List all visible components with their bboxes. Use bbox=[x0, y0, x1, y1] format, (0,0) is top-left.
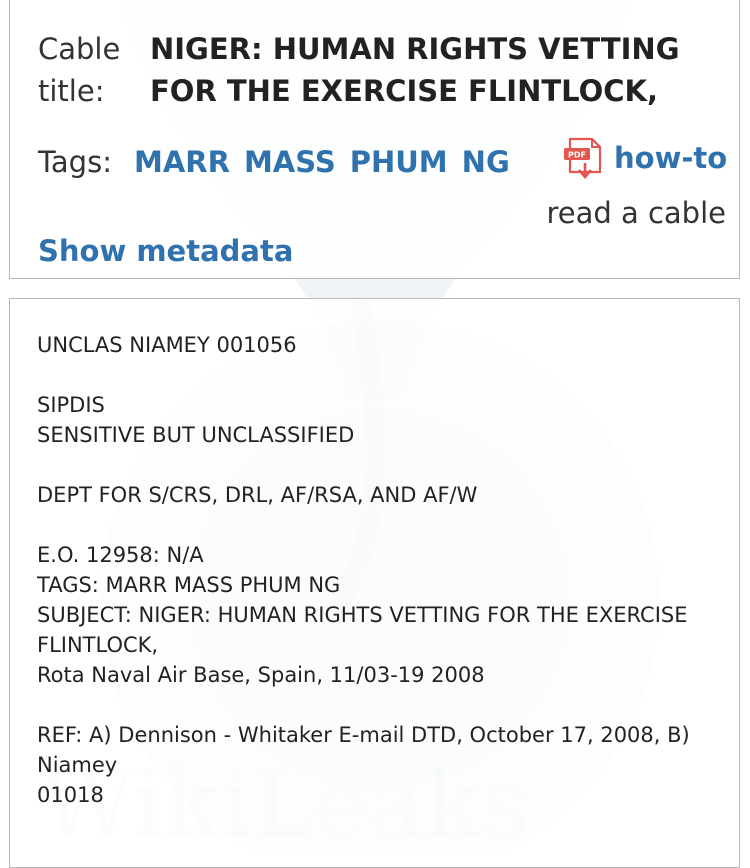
pdf-icon-label: PDF bbox=[568, 151, 586, 160]
howto-link[interactable]: how-to bbox=[614, 137, 727, 179]
tag-link-phum[interactable]: PHUM bbox=[350, 145, 448, 179]
tag-link-mass[interactable]: MASS bbox=[244, 145, 336, 179]
tags-row: Tags: MARR MASS PHUM NG bbox=[38, 141, 510, 183]
cable-body-panel: UNCLAS NIAMEY 001056 SIPDIS SENSITIVE BU… bbox=[9, 298, 740, 868]
cable-line: UNCLAS NIAMEY 001056 bbox=[37, 333, 297, 357]
cable-line: REF: A) Dennison - Whitaker E-mail DTD, … bbox=[37, 723, 690, 747]
cable-line: SENSITIVE BUT UNCLASSIFIED bbox=[37, 423, 355, 447]
cable-line: TAGS: MARR MASS PHUM NG bbox=[37, 573, 341, 597]
cable-line: E.O. 12958: N/A bbox=[37, 543, 204, 567]
cable-line: Rota Naval Air Base, Spain, 11/03-19 200… bbox=[37, 663, 485, 687]
cable-line: FLINTLOCK, bbox=[37, 633, 159, 657]
tag-link-marr[interactable]: MARR bbox=[134, 145, 230, 179]
cable-line bbox=[37, 510, 727, 540]
cable-line: DEPT FOR S/CRS, DRL, AF/RSA, AND AF/W bbox=[37, 483, 478, 507]
tags-label: Tags: bbox=[38, 145, 112, 179]
cable-line bbox=[37, 690, 727, 720]
cable-header-panel: Cable title: NIGER: HUMAN RIGHTS VETTING… bbox=[9, 0, 740, 279]
cable-title-label: Cable title: bbox=[38, 32, 121, 108]
read-a-cable-text: read a cable bbox=[546, 196, 726, 230]
cable-line bbox=[37, 360, 727, 390]
cable-line bbox=[37, 450, 727, 480]
cable-line: 01018 bbox=[37, 783, 104, 807]
show-metadata-link[interactable]: Show metadata bbox=[38, 230, 293, 272]
tag-link-ng[interactable]: NG bbox=[462, 145, 510, 179]
cable-text: UNCLAS NIAMEY 001056 SIPDIS SENSITIVE BU… bbox=[37, 330, 727, 810]
pdf-icon[interactable]: PDF bbox=[562, 136, 606, 184]
cable-line: Niamey bbox=[37, 753, 118, 777]
cable-title: NIGER: HUMAN RIGHTS VETTING FOR THE EXER… bbox=[150, 32, 680, 108]
cable-line: SIPDIS bbox=[37, 393, 105, 417]
cable-line: SUBJECT: NIGER: HUMAN RIGHTS VETTING FOR… bbox=[37, 603, 688, 627]
